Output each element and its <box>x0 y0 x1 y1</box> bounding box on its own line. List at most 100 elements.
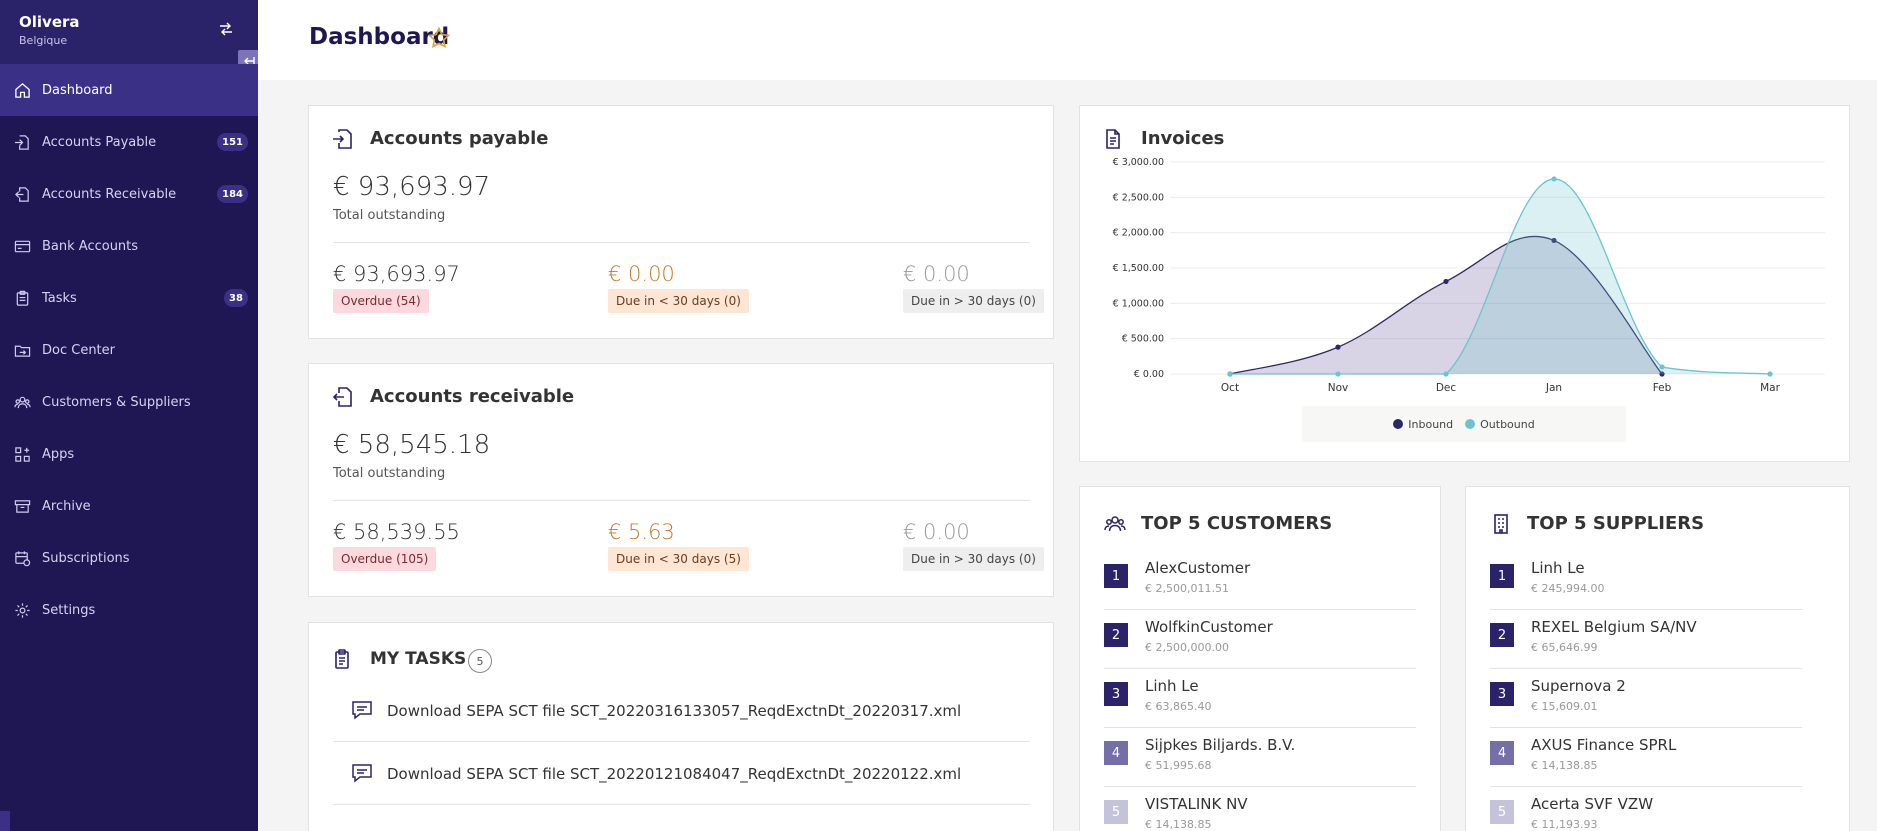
sidebar-item-accounts-payable[interactable]: Accounts Payable 151 <box>0 116 258 168</box>
data-point-inbound <box>1335 344 1341 350</box>
card-title: TOP 5 CUSTOMERS <box>1141 513 1333 534</box>
due-gt-30-badge[interactable]: Due in > 30 days (0) <box>903 289 1044 313</box>
legend-label: Outbound <box>1480 417 1535 431</box>
legend-item-inbound[interactable]: Inbound <box>1393 418 1453 431</box>
due-lt-30-amount: € 0.00 <box>608 262 675 286</box>
sidebar-item-doc-center[interactable]: Doc Center <box>0 324 258 376</box>
x-tick-label: Nov <box>1328 382 1349 394</box>
y-tick-label: € 500.00 <box>1122 334 1164 345</box>
entity-name: Linh Le <box>1531 559 1585 577</box>
sidebar-item-customers-suppliers[interactable]: Customers & Suppliers <box>0 376 258 428</box>
card-title: Accounts payable <box>370 128 549 149</box>
legend-item-outbound[interactable]: Outbound <box>1465 418 1535 431</box>
legend-dot <box>1465 419 1476 429</box>
entity-value: € 245,994.00 <box>1531 582 1605 595</box>
data-point-outbound <box>1659 364 1665 370</box>
due-gt-30-badge[interactable]: Due in > 30 days (0) <box>903 547 1044 571</box>
list-item[interactable]: 1 Linh Le € 245,994.00 <box>1490 551 1802 610</box>
series-area-outbound <box>1230 178 1770 374</box>
y-tick-label: € 0.00 <box>1134 369 1164 380</box>
overdue-amount: € 93,693.97 <box>333 262 460 286</box>
sidebar-item-label: Accounts Receivable <box>42 186 177 202</box>
entity-name: AXUS Finance SPRL <box>1531 736 1677 754</box>
rank-badge: 4 <box>1104 741 1128 765</box>
task-item[interactable]: Download SEPA SCT file SCT_2022012108404… <box>333 742 1030 805</box>
entity-value: € 11,193.93 <box>1531 818 1598 831</box>
total-outstanding-amount: € 93,693.97 <box>333 172 491 202</box>
due-lt-30-badge[interactable]: Due in < 30 days (0) <box>608 289 749 313</box>
invoices-chart: € 0.00 € 500.00 € 1,000.00 € 1,500.00 € 2,00… <box>1113 157 1825 394</box>
page-header: Dashboard <box>258 0 1877 80</box>
data-point-inbound <box>1443 278 1449 285</box>
overdue-amount: € 58,539.55 <box>333 520 460 544</box>
data-point-outbound <box>1335 371 1341 377</box>
accounts-payable-card: Accounts payable € 93,693.97 Total outst… <box>308 105 1054 339</box>
sidebar-item-accounts-receivable[interactable]: Accounts Receivable 184 <box>0 168 258 220</box>
y-tick-label: € 1,500.00 <box>1113 263 1164 274</box>
x-tick-label: Oct <box>1221 382 1239 394</box>
overdue-badge[interactable]: Overdue (54) <box>333 289 429 313</box>
card-title: MY TASKS <box>370 649 467 669</box>
gear-icon <box>13 601 31 619</box>
rank-badge: 3 <box>1104 682 1128 706</box>
calendar-sync-icon <box>13 549 31 567</box>
sidebar-item-label: Archive <box>42 498 91 514</box>
list-item[interactable]: 2 REXEL Belgium SA/NV € 65,646.99 <box>1490 610 1802 669</box>
rank-badge: 1 <box>1104 564 1128 588</box>
sidebar: Olivera Belgique Dashboard Accounts Paya… <box>0 0 260 831</box>
count-badge: 38 <box>224 289 248 307</box>
star-icon[interactable] <box>427 26 451 50</box>
entity-name: Sijpkes Biljards. B.V. <box>1145 736 1296 754</box>
entity-name: REXEL Belgium SA/NV <box>1531 618 1697 636</box>
list-item[interactable]: 2 WolfkinCustomer € 2,500,000.00 <box>1104 610 1416 669</box>
entity-name: Acerta SVF VZW <box>1531 795 1654 813</box>
org-switcher[interactable]: Olivera Belgique <box>0 0 258 64</box>
sidebar-item-dashboard[interactable]: Dashboard <box>0 64 258 116</box>
sidebar-item-bank-accounts[interactable]: Bank Accounts <box>0 220 258 272</box>
swap-arrows-icon[interactable] <box>217 20 235 38</box>
comment-icon <box>352 764 372 783</box>
sidebar-item-tasks[interactable]: Tasks 38 <box>0 272 258 324</box>
due-lt-30-amount: € 5.63 <box>608 520 675 544</box>
task-item[interactable]: Download SEPA SCT file SCT_2022031613305… <box>333 679 1030 742</box>
sidebar-item-subscriptions[interactable]: Subscriptions <box>0 532 258 584</box>
users-icon <box>1104 516 1126 532</box>
list-item[interactable]: 5 VISTALINK NV € 14,138.85 <box>1104 787 1416 831</box>
sidebar-item-archive[interactable]: Archive <box>0 480 258 532</box>
list-item[interactable]: 4 Sijpkes Biljards. B.V. € 51,995.68 <box>1104 728 1416 787</box>
sidebar-item-label: Tasks <box>42 290 77 306</box>
list-item[interactable]: 3 Supernova 2 € 15,609.01 <box>1490 669 1802 728</box>
clipboard-icon <box>13 289 31 307</box>
bank-card-icon <box>13 237 31 255</box>
entity-name: VISTALINK NV <box>1145 795 1248 813</box>
list-item[interactable]: 5 Acerta SVF VZW € 11,193.93 <box>1490 787 1802 831</box>
sidebar-item-apps[interactable]: Apps <box>0 428 258 480</box>
divider <box>333 500 1030 501</box>
list-item[interactable]: 1 AlexCustomer € 2,500,011.51 <box>1104 551 1416 610</box>
entity-value: € 63,865.40 <box>1145 700 1212 713</box>
entity-value: € 2,500,000.00 <box>1145 641 1229 654</box>
top-suppliers-card: TOP 5 SUPPLIERS 1 Linh Le € 245,994.00 2 REX… <box>1465 486 1850 831</box>
y-tick-label: € 1,000.00 <box>1113 298 1164 309</box>
sidebar-item-settings[interactable]: Settings <box>0 584 258 636</box>
rank-badge: 3 <box>1490 682 1514 706</box>
apps-grid-icon <box>13 445 31 463</box>
building-icon <box>1494 514 1508 534</box>
sidebar-item-label: Settings <box>42 602 96 618</box>
rank-badge: 1 <box>1490 564 1514 588</box>
overdue-badge[interactable]: Overdue (105) <box>333 547 437 571</box>
list-item[interactable]: 4 AXUS Finance SPRL € 14,138.85 <box>1490 728 1802 787</box>
divider <box>333 242 1030 243</box>
inbound-doc-icon <box>333 129 352 149</box>
due-lt-30-badge[interactable]: Due in < 30 days (5) <box>608 547 749 571</box>
x-tick-label: Jan <box>1545 382 1562 394</box>
org-country: Belgique <box>19 34 68 47</box>
sidebar-item-label: Subscriptions <box>42 550 130 566</box>
org-name: Olivera <box>19 13 80 31</box>
rank-badge: 2 <box>1490 623 1514 647</box>
list-item[interactable]: 3 Linh Le € 63,865.40 <box>1104 669 1416 728</box>
legend-dot <box>1393 419 1404 429</box>
top-customers-card: TOP 5 CUSTOMERS 1 AlexCustomer € 2,500,011… <box>1079 486 1441 831</box>
task-count-badge: 5 <box>468 649 492 673</box>
entity-name: Linh Le <box>1145 677 1199 695</box>
